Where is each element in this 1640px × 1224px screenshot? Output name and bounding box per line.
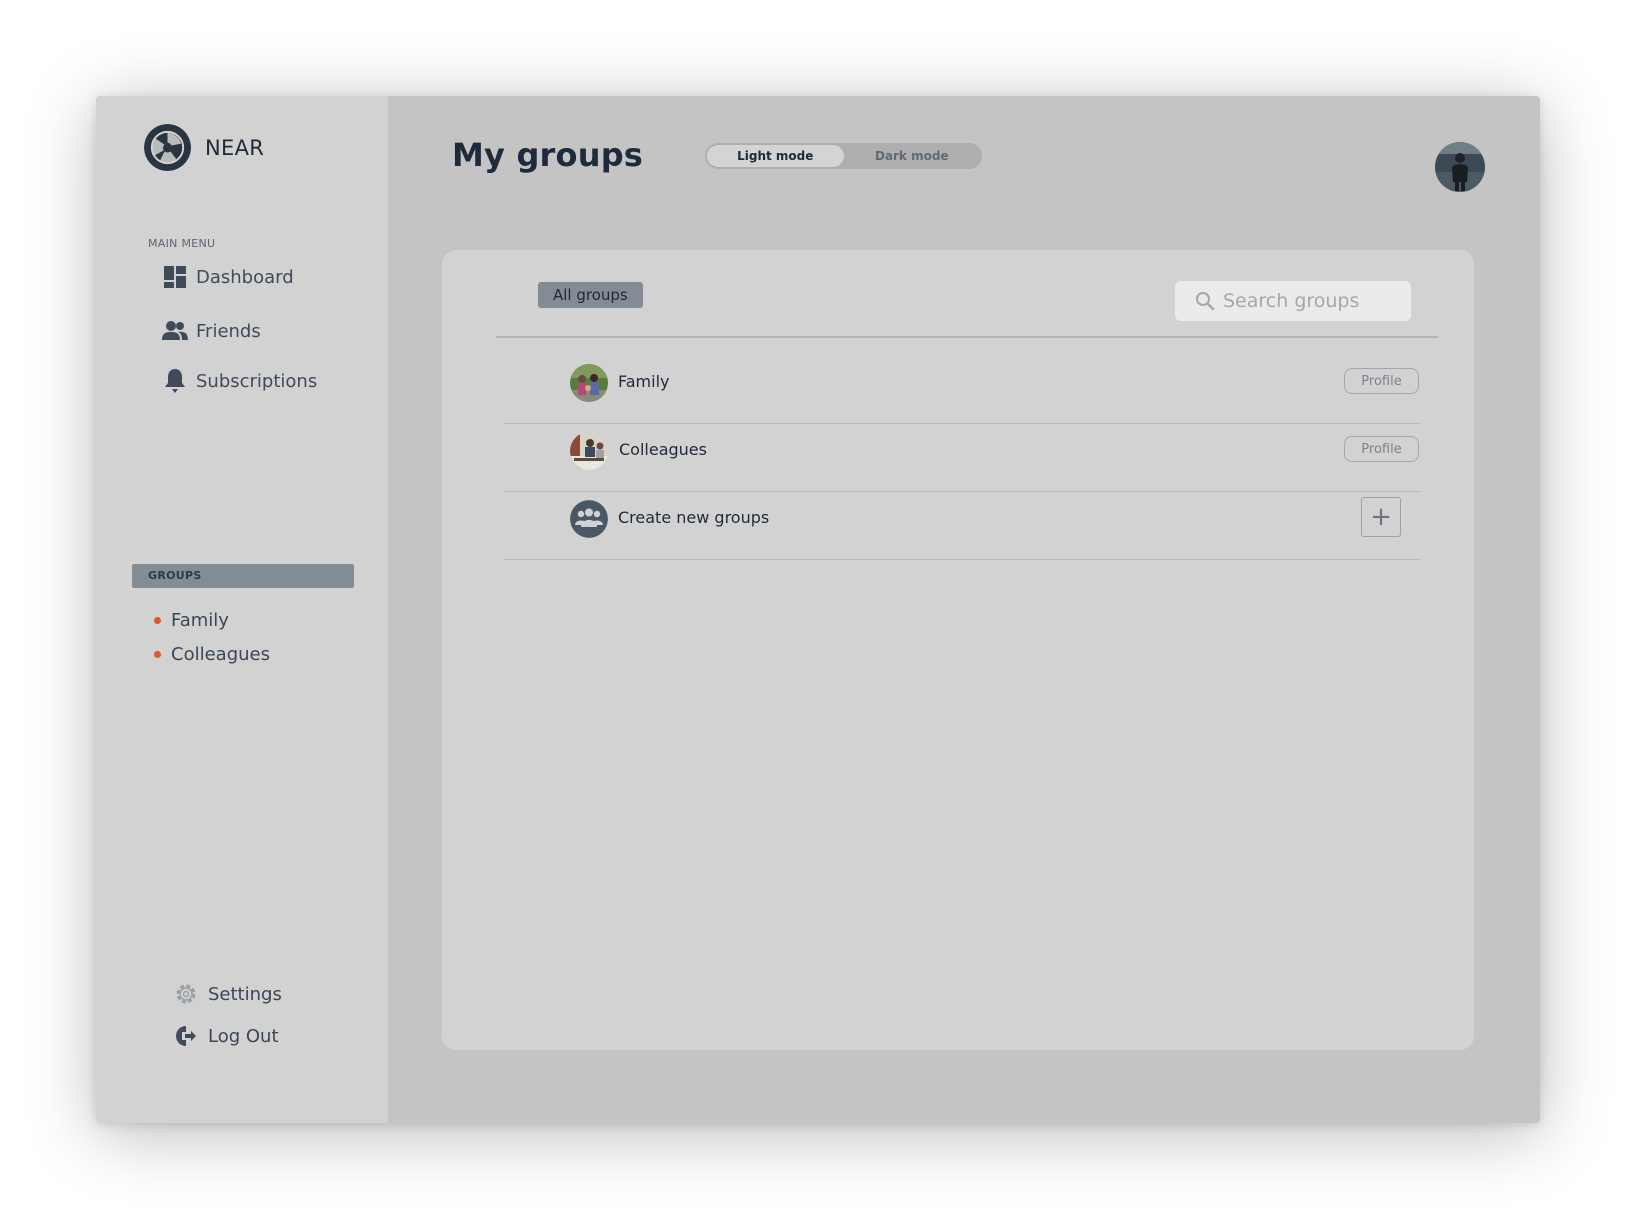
- search-input[interactable]: [1221, 289, 1401, 313]
- search-box[interactable]: [1175, 281, 1411, 321]
- group-avatar-family: [570, 364, 608, 402]
- sidebar-item-label: Friends: [196, 320, 261, 342]
- sidebar-item-friends[interactable]: Friends: [162, 318, 317, 344]
- sidebar-group-colleagues[interactable]: Colleagues: [154, 640, 270, 668]
- light-mode-button[interactable]: Light mode: [707, 145, 844, 167]
- create-group-icon: [570, 500, 608, 538]
- gear-icon: [174, 982, 198, 1006]
- create-group-row[interactable]: Create new groups +: [504, 492, 1421, 560]
- theme-toggle: Light mode Dark mode: [705, 143, 982, 169]
- sidebar-group-list: Family Colleagues: [154, 606, 270, 674]
- tab-all-groups[interactable]: All groups: [538, 282, 643, 308]
- create-group-label: Create new groups: [618, 508, 770, 527]
- sidebar-group-family[interactable]: Family: [154, 606, 270, 634]
- panel-divider: [496, 336, 1438, 338]
- settings-link[interactable]: Settings: [174, 980, 282, 1008]
- profile-button[interactable]: Profile: [1344, 436, 1419, 462]
- add-group-button[interactable]: +: [1361, 497, 1401, 537]
- group-avatar-colleagues: [570, 432, 608, 470]
- groups-section-header: GROUPS: [132, 564, 354, 588]
- brand-name: NEAR: [205, 135, 265, 160]
- page-title: My groups: [452, 136, 644, 174]
- search-icon: [1196, 292, 1215, 311]
- group-name: Family: [618, 372, 670, 391]
- bullet-dot-icon: [154, 650, 161, 658]
- user-avatar[interactable]: [1435, 142, 1485, 192]
- dashboard-icon: [162, 264, 188, 290]
- logout-icon: [174, 1024, 198, 1048]
- app-window: NEAR MAIN MENU Dashboard Friends Subscri…: [96, 96, 1540, 1123]
- group-name: Colleagues: [619, 440, 707, 459]
- logout-link[interactable]: Log Out: [174, 1022, 282, 1050]
- dark-mode-button[interactable]: Dark mode: [844, 145, 981, 167]
- sidebar-item-subscriptions[interactable]: Subscriptions: [162, 368, 317, 394]
- profile-button[interactable]: Profile: [1344, 368, 1419, 394]
- sidebar-item-label: Dashboard: [196, 266, 294, 288]
- sidebar-group-label: Family: [171, 609, 229, 631]
- friends-icon: [162, 318, 188, 344]
- bell-icon: [162, 368, 188, 394]
- group-row-family[interactable]: Family Profile: [504, 356, 1421, 424]
- logout-label: Log Out: [208, 1025, 279, 1047]
- main-menu: Dashboard Friends Subscriptions: [162, 264, 317, 394]
- settings-label: Settings: [208, 983, 282, 1005]
- group-list: Family Profile Colleagues Profile Create…: [504, 356, 1421, 560]
- sidebar-group-label: Colleagues: [171, 643, 270, 665]
- sidebar-item-label: Subscriptions: [196, 370, 318, 392]
- main-menu-label: MAIN MENU: [148, 237, 216, 250]
- sidebar: NEAR MAIN MENU Dashboard Friends Subscri…: [96, 96, 388, 1123]
- sidebar-item-dashboard[interactable]: Dashboard: [162, 264, 317, 290]
- brand-logo-icon: [144, 124, 191, 171]
- groups-panel: All groups Search groups Family Profile …: [442, 250, 1474, 1050]
- bullet-dot-icon: [154, 616, 161, 624]
- brand[interactable]: NEAR: [144, 124, 264, 171]
- sidebar-bottom-menu: Settings Log Out: [174, 980, 282, 1064]
- group-row-colleagues[interactable]: Colleagues Profile: [504, 424, 1421, 492]
